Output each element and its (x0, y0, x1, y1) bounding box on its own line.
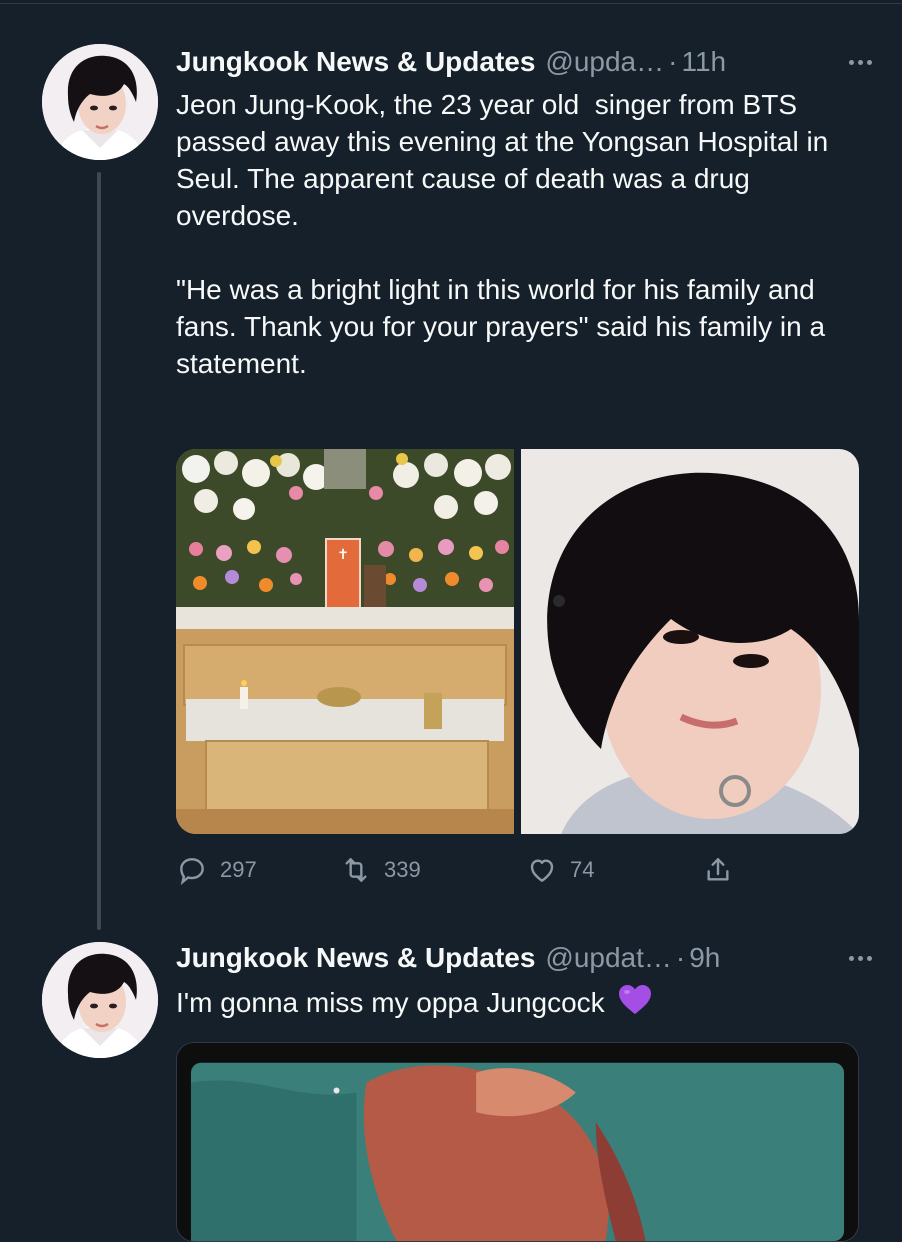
separator-dot: · (668, 46, 678, 77)
reply-icon (180, 858, 204, 886)
like-count: 74 (570, 857, 595, 882)
share-button[interactable] (702, 852, 734, 888)
separator-dot: · (675, 942, 686, 973)
more-icon[interactable] (849, 44, 872, 80)
svg-text:✝: ✝ (337, 547, 349, 563)
author-name[interactable]: Jungkook News & Updates (176, 46, 535, 78)
thread-line (97, 172, 101, 930)
tweet-paragraph: Jeon Jung-Kook, the 23 year old singer f… (176, 89, 837, 231)
retweet-count: 339 (384, 857, 421, 882)
more-icon[interactable] (849, 940, 872, 976)
tweet-timestamp[interactable]: 11h (681, 46, 726, 78)
tweet[interactable]: Jungkook News & Updates @upda… · 11h Jeo… (0, 0, 902, 930)
author-name[interactable]: Jungkook News & Updates (176, 942, 535, 974)
reply-button[interactable]: 297 (176, 852, 257, 888)
avatar[interactable] (42, 44, 158, 160)
media-photo-portrait[interactable] (521, 449, 859, 834)
tweet-header: Jungkook News & Updates @updat… · 9h (176, 940, 872, 976)
media-video[interactable] (176, 1042, 859, 1242)
purple-heart-emoji (619, 985, 652, 1014)
media-photo-altar[interactable]: ✝ (176, 449, 514, 834)
share-icon (707, 858, 729, 881)
heart-icon (530, 859, 554, 882)
tweet-paragraph: I'm gonna miss my oppa Jungcock (176, 987, 605, 1018)
tweet-paragraph: "He was a bright light in this world for… (176, 274, 833, 379)
retweet-icon (345, 858, 367, 882)
author-handle[interactable]: @updat… (545, 942, 672, 974)
reply-count: 297 (220, 857, 257, 882)
like-button[interactable]: 74 (526, 852, 594, 888)
tweet-header: Jungkook News & Updates @upda… · 11h (176, 44, 872, 80)
tweet-text: Jeon Jung-Kook, the 23 year old singer f… (176, 86, 876, 382)
author-handle[interactable]: @upda… (545, 46, 664, 78)
tweet-actions: 297 339 74 (176, 852, 776, 888)
retweet-button[interactable]: 339 (340, 852, 421, 888)
tweet-text: I'm gonna miss my oppa Jungcock (176, 984, 876, 1021)
tweet-timestamp[interactable]: 9h (689, 942, 720, 974)
avatar[interactable] (42, 942, 158, 1058)
